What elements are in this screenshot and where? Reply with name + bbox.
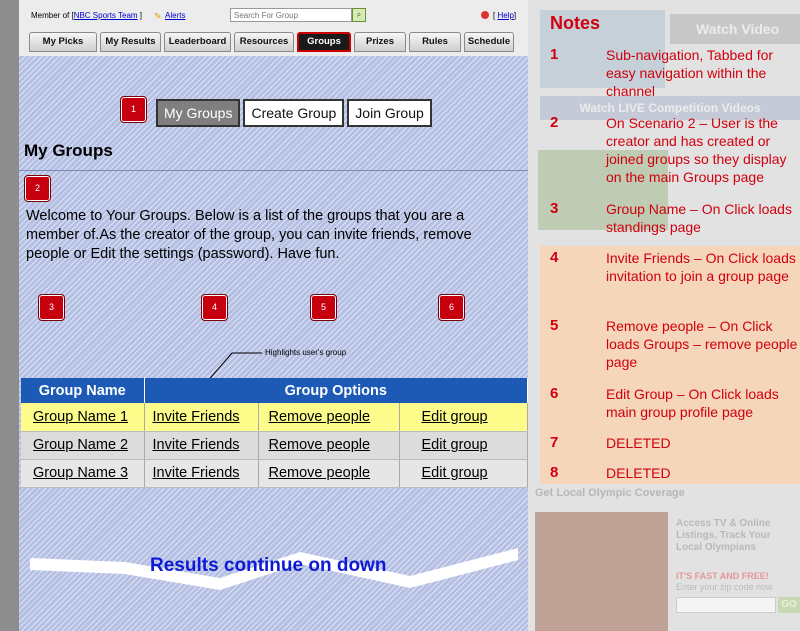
page-title: My Groups [24, 141, 113, 160]
title-divider [19, 170, 528, 171]
callout-badge-2: 2 [24, 175, 51, 202]
help-link[interactable]: [ Help] [482, 11, 516, 20]
watch-video-banner: Watch Video [670, 14, 800, 44]
callout-badge-1: 1 [120, 96, 147, 123]
remove-people-link[interactable]: Remove people [258, 459, 400, 488]
member-team-link[interactable]: NBC Sports Team [74, 11, 138, 20]
tab-leaderboard[interactable]: Leaderboard [164, 32, 231, 52]
zip-go-button[interactable]: GO [778, 597, 800, 613]
invite-friends-link[interactable]: Invite Friends [144, 459, 259, 488]
olympic-coverage-heading: Get Local Olympic Coverage [535, 487, 685, 499]
alerts-icon: ✎ [154, 11, 162, 21]
invite-friends-link[interactable]: Invite Friends [144, 431, 259, 460]
notes-title: Notes [550, 13, 601, 33]
invite-friends-link[interactable]: Invite Friends [144, 403, 259, 432]
zip-prompt: Enter your zip code now [676, 582, 773, 592]
access-tv-text: Access TV & Online Listings, Track Your … [676, 518, 771, 553]
table-row: Group Name 1 Invite Friends Remove peopl… [21, 403, 528, 432]
callout-badge-6: 6 [438, 294, 465, 321]
subtab-my-groups[interactable]: My Groups [156, 99, 241, 127]
subtab-create-group[interactable]: Create Group [243, 99, 345, 127]
group-name-link[interactable]: Group Name 1 [21, 403, 145, 432]
fast-free-text: IT'S FAST AND FREE! [676, 571, 769, 581]
groups-table: Group Name Group Options Group Name 1 In… [21, 378, 528, 488]
group-name-link[interactable]: Group Name 2 [21, 431, 145, 460]
ad-image-athletes [535, 512, 668, 631]
callout-badge-5: 5 [310, 294, 337, 321]
tab-prizes[interactable]: Prizes [354, 32, 406, 52]
welcome-text: Welcome to Your Groups. Below is a list … [26, 208, 472, 262]
remove-people-link[interactable]: Remove people [258, 431, 400, 460]
member-of: Member of [NBC Sports Team ] [31, 11, 143, 20]
groups-subnav: My Groups Create Group Join Group [156, 99, 432, 127]
tab-rules[interactable]: Rules [409, 32, 461, 52]
col-group-options: Group Options [144, 378, 528, 403]
edit-group-link[interactable]: Edit group [399, 431, 528, 460]
col-group-name: Group Name [21, 378, 145, 403]
table-row: Group Name 2 Invite Friends Remove peopl… [21, 431, 528, 460]
edit-group-link[interactable]: Edit group [399, 403, 528, 432]
tab-schedule[interactable]: Schedule [464, 32, 514, 52]
results-continue-text: Results continue on down [150, 555, 387, 576]
highlight-annotation: Highlights user's group [265, 348, 347, 357]
group-name-link[interactable]: Group Name 3 [21, 459, 145, 488]
callout-badge-3: 3 [38, 294, 65, 321]
tab-my-picks[interactable]: My Picks [29, 32, 97, 52]
search-icon[interactable]: ⌕ [352, 8, 366, 22]
edit-group-link[interactable]: Edit group [399, 459, 528, 488]
zip-input[interactable] [676, 597, 776, 613]
tab-groups[interactable]: Groups [297, 32, 351, 52]
callout-badge-4: 4 [201, 294, 228, 321]
main-nav: My Picks My Results Leaderboard Resource… [29, 32, 519, 52]
search-input[interactable] [230, 8, 352, 22]
table-row: Group Name 3 Invite Friends Remove peopl… [21, 459, 528, 488]
tab-my-results[interactable]: My Results [100, 32, 161, 52]
subtab-join-group[interactable]: Join Group [347, 99, 432, 127]
top-bar: Member of [NBC Sports Team ] Alerts ✎ ⌕ … [19, 0, 528, 56]
remove-people-link[interactable]: Remove people [258, 403, 400, 432]
tab-resources[interactable]: Resources [234, 32, 294, 52]
